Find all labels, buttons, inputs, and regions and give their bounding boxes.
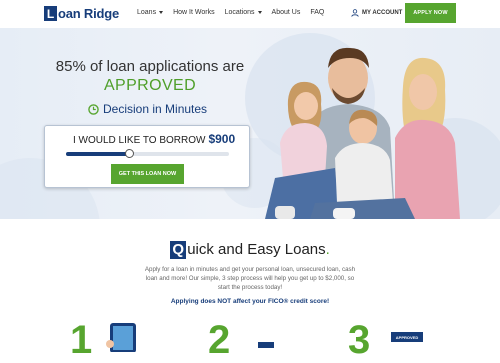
nav-item-label: Locations — [224, 9, 255, 16]
step-number: 1 — [70, 318, 93, 362]
slider-thumb[interactable] — [124, 149, 134, 158]
chevron-down-icon — [257, 10, 262, 14]
apply-now-button[interactable]: APPLY NOW — [405, 3, 456, 23]
title-first-letter: Q — [170, 241, 187, 259]
approved-badge: APPROVED — [391, 332, 423, 342]
logo-text: oan Ridge — [58, 6, 120, 21]
amount-slider[interactable] — [66, 149, 229, 158]
logo[interactable]: L oan Ridge — [44, 5, 119, 22]
nav-item-label: Loans — [137, 9, 157, 16]
nav-item-label: FAQ — [310, 9, 325, 16]
step-number: 3 — [348, 318, 371, 362]
step2-graphic — [258, 342, 274, 348]
step-number: 2 — [208, 318, 231, 362]
decision-text: Decision in Minutes — [103, 102, 208, 116]
title-dot: . — [325, 241, 330, 258]
get-this-loan-button[interactable]: GET THIS LOAN NOW — [111, 164, 184, 184]
hero-headline: 85% of loan applications are — [55, 58, 245, 75]
borrow-amount: $900 — [208, 132, 236, 146]
main-menu: Loans How It Works Locations About Us FA… — [137, 9, 324, 16]
hero-approved: APPROVED — [103, 77, 197, 94]
nav-item-locations[interactable]: Locations — [225, 9, 262, 16]
title-rest: uick and Easy Loans — [187, 241, 326, 258]
decision-line: Decision in Minutes — [88, 102, 207, 116]
chevron-down-icon — [159, 10, 164, 14]
logo-mark: L — [44, 6, 57, 21]
my-account-link[interactable]: MY ACCOUNT — [351, 9, 402, 17]
top-nav: L oan Ridge Loans How It Works Locations… — [0, 0, 500, 28]
section-title: Quick and Easy Loans. — [0, 241, 500, 259]
user-icon — [351, 9, 359, 17]
clock-icon — [88, 103, 99, 115]
fico-note: Applying does NOT affect your FICO® cred… — [170, 298, 330, 305]
nav-item-how-it-works[interactable]: How It Works — [173, 9, 215, 16]
nav-item-label: How It Works — [173, 9, 215, 16]
my-account-label: MY ACCOUNT — [362, 10, 403, 16]
hero-section: 85% of loan applications are APPROVED De… — [0, 28, 500, 219]
nav-item-label: About Us — [271, 9, 301, 16]
borrow-line: I WOULD LIKE TO BORROW $900 — [73, 132, 235, 146]
borrow-card: I WOULD LIKE TO BORROW $900 GET THIS LOAN… — [44, 125, 250, 188]
nav-item-loans[interactable]: Loans — [137, 9, 164, 16]
nav-item-faq[interactable]: FAQ — [310, 9, 324, 16]
borrow-label: I WOULD LIKE TO BORROW — [73, 135, 206, 146]
family-photo — [265, 47, 460, 219]
nav-item-about-us[interactable]: About Us — [272, 9, 301, 16]
slider-fill — [66, 152, 130, 156]
section-description: Apply for a loan in minutes and get your… — [144, 266, 356, 291]
